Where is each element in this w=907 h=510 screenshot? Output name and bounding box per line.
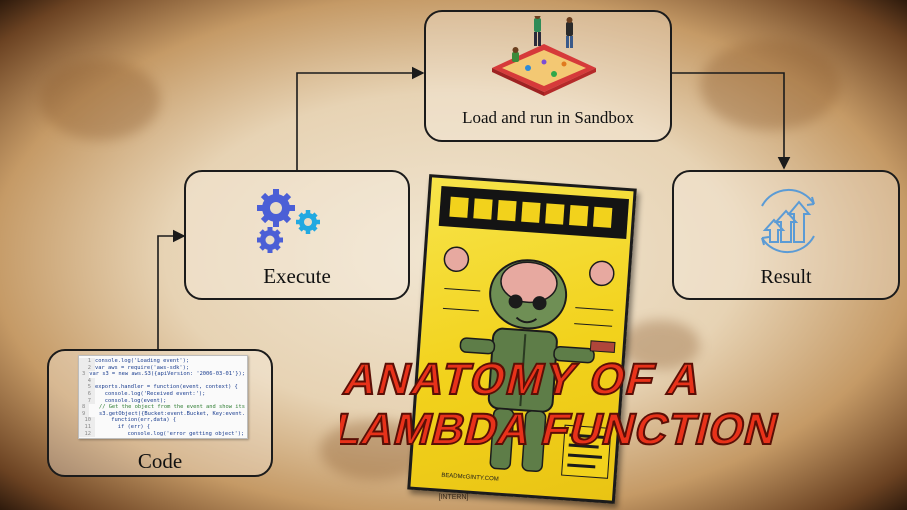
- code-line: if (err) {: [95, 423, 151, 430]
- arrow-sandbox-to-result: [671, 72, 791, 170]
- code-label: Code: [137, 449, 183, 473]
- sandbox-node[interactable]: Load and run in Sandbox: [424, 10, 672, 142]
- sandbox-icon: [492, 16, 596, 96]
- code-line: console.log('Received event:');: [95, 390, 206, 397]
- result-label: Result: [760, 266, 812, 288]
- code-line: function(err,data) {: [95, 417, 177, 424]
- anatomy-poster-image: BEADMcGINTY.COM: [407, 174, 637, 504]
- code-line: exports.handler = function(event, contex…: [95, 384, 238, 391]
- code-line: var s3 = new aws.S3({apiVersion: '2006-0…: [89, 371, 245, 378]
- sandbox-label: Load and run in Sandbox: [462, 108, 634, 127]
- title-art: ANATOMY OF A LAMBDA FUNCTION: [340, 355, 785, 452]
- footer-classification: [INTERN]: [438, 494, 469, 501]
- code-line: s3.getObject({Bucket:event.Bucket, Key:e…: [89, 410, 245, 417]
- title-line-1: ANATOMY OF A: [340, 356, 708, 404]
- martian-anatomy-icon: [438, 186, 630, 479]
- code-line: var aws = require('aws-sdk');: [95, 364, 190, 371]
- code-line: // Get the object from the event and sho…: [89, 404, 245, 411]
- code-line: console.log(event);: [95, 397, 167, 404]
- arrow-execute-to-sandbox: [296, 66, 425, 170]
- title-line-2: LAMBDA FUNCTION: [340, 406, 784, 452]
- code-line: console.log('Loading event');: [95, 358, 190, 364]
- execute-label: Execute: [263, 264, 331, 288]
- growth-arrows-icon: [761, 188, 815, 254]
- code-line: console.log('error getting object');: [95, 430, 245, 437]
- result-node[interactable]: Result: [672, 170, 900, 300]
- arrow-code-to-execute: [157, 229, 186, 349]
- execute-node[interactable]: Execute: [184, 170, 410, 300]
- slide-canvas: Load and run in Sandbox Execute Result C…: [0, 0, 907, 510]
- code-snippet-icon: 1 console.log('Loading event'); 2 var aws …: [78, 355, 248, 439]
- gears-icon: [257, 189, 320, 253]
